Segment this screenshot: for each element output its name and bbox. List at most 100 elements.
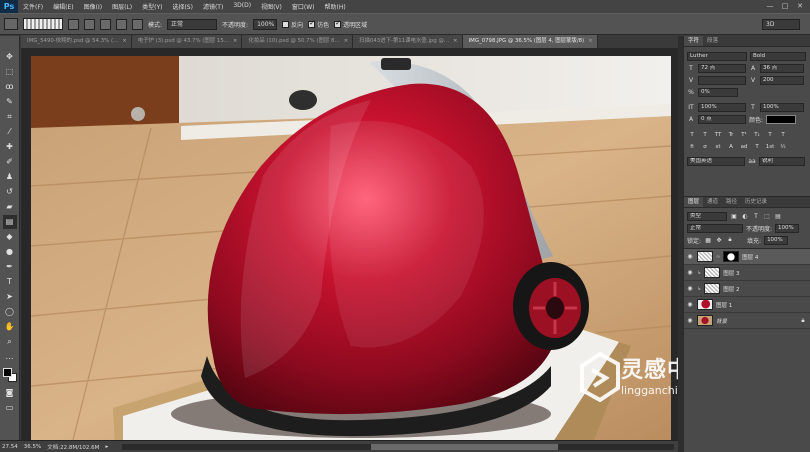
menu-item[interactable]: 窗口(W) (287, 2, 320, 11)
angle-gradient-icon[interactable] (100, 18, 111, 30)
visibility-eye-icon[interactable]: ◉ (686, 301, 694, 308)
history-brush-tool-icon[interactable]: ↺ (3, 185, 17, 199)
horizontal-scrollbar[interactable] (122, 443, 674, 450)
tab-img5490[interactable]: IMG_5490-依翔的.psd @ 54.3% (... × (21, 35, 132, 48)
transparency-checkbox[interactable] (334, 19, 342, 28)
zoom-level[interactable]: 36.5% (24, 444, 41, 450)
link-icon[interactable]: ∞ (716, 254, 720, 260)
font-family-select[interactable]: Luther (687, 51, 747, 61)
clone-stamp-tool-icon[interactable]: ♟ (3, 170, 17, 184)
gradient-tool-icon[interactable]: ▤ (2, 215, 17, 229)
close-button[interactable]: ✕ (794, 2, 806, 11)
quick-select-tool-icon[interactable]: ✎ (3, 95, 17, 109)
visibility-eye-icon[interactable]: ◉ (686, 317, 694, 324)
filter-adjust-icon[interactable]: ◐ (741, 213, 749, 220)
radial-gradient-icon[interactable] (84, 18, 95, 30)
visibility-eye-icon[interactable]: ◉ (686, 269, 694, 276)
layer-name[interactable]: 图层 3 (723, 269, 739, 277)
minimize-button[interactable]: — (764, 2, 776, 11)
tracking-field[interactable]: 200 (760, 75, 804, 85)
eyedropper-tool-icon[interactable]: ⁄ (3, 125, 17, 139)
tab-channels[interactable]: 通道 (703, 197, 722, 207)
kerning-field[interactable] (698, 75, 746, 85)
screen-mode-icon[interactable]: ▭ (3, 401, 17, 415)
document-image[interactable] (31, 56, 671, 440)
ligatures-button[interactable]: fi (687, 143, 697, 152)
lock-pixels-icon[interactable]: ▦ (704, 237, 712, 244)
more-tools-icon[interactable]: … (3, 350, 17, 364)
tab-paragraph[interactable]: 段落 (703, 36, 722, 46)
stylistic-alternates-button[interactable]: ad (739, 143, 749, 152)
blur-tool-icon[interactable]: ◆ (3, 230, 17, 244)
antialias-select[interactable]: 锐利 (759, 156, 805, 166)
filter-smart-icon[interactable]: ▤ (774, 213, 782, 220)
small-caps-button[interactable]: Tr (726, 131, 736, 140)
filter-pixel-icon[interactable]: ▣ (730, 213, 738, 220)
contextual-alternates-button[interactable]: σ (700, 143, 710, 152)
layer-opacity-field[interactable]: 100% (775, 223, 800, 233)
layer-name[interactable]: 图层 1 (716, 301, 732, 309)
opacity-field[interactable]: 100% (253, 18, 278, 30)
layer-name[interactable]: 图层 2 (723, 285, 739, 293)
faux-bold-button[interactable]: T (687, 131, 697, 140)
document-size[interactable]: 文档:22.8M/102.6M (47, 443, 99, 451)
titling-alternates-button[interactable]: T (752, 143, 762, 152)
move-tool-icon[interactable]: ✥ (3, 50, 17, 64)
tab-kettle[interactable]: 扫描043进下-第11课电水壶.jpg @... × (353, 35, 463, 48)
fractions-button[interactable]: ½ (778, 143, 788, 152)
linear-gradient-icon[interactable] (68, 18, 79, 30)
scale-field[interactable]: 0% (698, 87, 738, 97)
reverse-option[interactable]: 反向 (282, 20, 303, 29)
workspace-select[interactable]: 3D (762, 18, 800, 30)
type-tool-icon[interactable]: T (3, 275, 17, 289)
filter-shape-icon[interactable]: ⬚ (763, 213, 771, 220)
layer-row[interactable]: ◉ 背景 🔒︎ (684, 313, 810, 329)
close-icon[interactable]: × (233, 35, 238, 48)
menu-item[interactable]: 编辑(E) (48, 2, 78, 11)
leading-field[interactable]: 36 点 (760, 63, 804, 73)
discretionary-ligatures-button[interactable]: st (713, 143, 723, 152)
tab-img0798[interactable]: IMG_0798.JPG @ 36.5% (图层 4, 图层蒙版/8) × (462, 35, 598, 48)
lock-position-icon[interactable]: ✥ (715, 237, 723, 244)
menu-item[interactable]: 选择(S) (167, 2, 198, 11)
font-style-select[interactable]: Bold (750, 51, 806, 61)
menu-item[interactable]: 3D(D) (228, 2, 256, 11)
shape-tool-icon[interactable]: ◯ (3, 305, 17, 319)
path-select-tool-icon[interactable]: ➤ (3, 290, 17, 304)
swash-button[interactable]: A (726, 143, 736, 152)
layer-row[interactable]: ◉ ∞ 图层 4 (684, 249, 810, 265)
vertical-scale-field[interactable]: 100% (698, 102, 746, 112)
gradient-preview[interactable] (23, 18, 63, 30)
blend-mode-select[interactable]: 正常 (687, 223, 743, 233)
hand-tool-icon[interactable]: ✋ (3, 320, 17, 334)
menu-item[interactable]: 视图(V) (256, 2, 287, 11)
marquee-tool-icon[interactable]: ⬚ (3, 65, 17, 79)
underline-button[interactable]: T (765, 131, 775, 140)
close-icon[interactable]: × (588, 35, 593, 48)
transparency-option[interactable]: 透明区域 (334, 19, 367, 29)
color-swatches[interactable] (2, 367, 18, 385)
horizontal-scale-field[interactable]: 100% (760, 102, 804, 112)
healing-brush-tool-icon[interactable]: ✚ (3, 140, 17, 154)
crop-tool-icon[interactable]: ⌗ (3, 110, 17, 124)
strikethrough-button[interactable]: T (778, 131, 788, 140)
status-arrow-icon[interactable]: ▸ (105, 444, 108, 450)
pen-tool-icon[interactable]: ✒ (3, 260, 17, 274)
dodge-tool-icon[interactable]: ● (3, 245, 17, 259)
font-size-field[interactable]: 72 点 (698, 63, 746, 73)
tab-layers[interactable]: 图层 (684, 197, 704, 207)
zoom-tool-icon[interactable]: ⌕ (3, 335, 17, 349)
tool-preset-picker[interactable] (4, 18, 18, 30)
dither-checkbox[interactable] (308, 19, 316, 28)
lock-all-icon[interactable]: 🔒︎ (726, 236, 734, 244)
tab-history[interactable]: 历史记录 (741, 197, 771, 207)
eraser-tool-icon[interactable]: ▰ (3, 200, 17, 214)
diamond-gradient-icon[interactable] (132, 18, 143, 30)
ordinals-button[interactable]: 1st (765, 143, 775, 152)
menu-item[interactable]: 类型(Y) (137, 2, 167, 11)
layer-row[interactable]: ◉ ↳ 图层 2 (684, 281, 810, 297)
visibility-eye-icon[interactable]: ◉ (686, 285, 694, 292)
faux-italic-button[interactable]: T (700, 131, 710, 140)
text-color-swatch[interactable] (766, 114, 797, 124)
superscript-button[interactable]: T¹ (739, 131, 749, 140)
